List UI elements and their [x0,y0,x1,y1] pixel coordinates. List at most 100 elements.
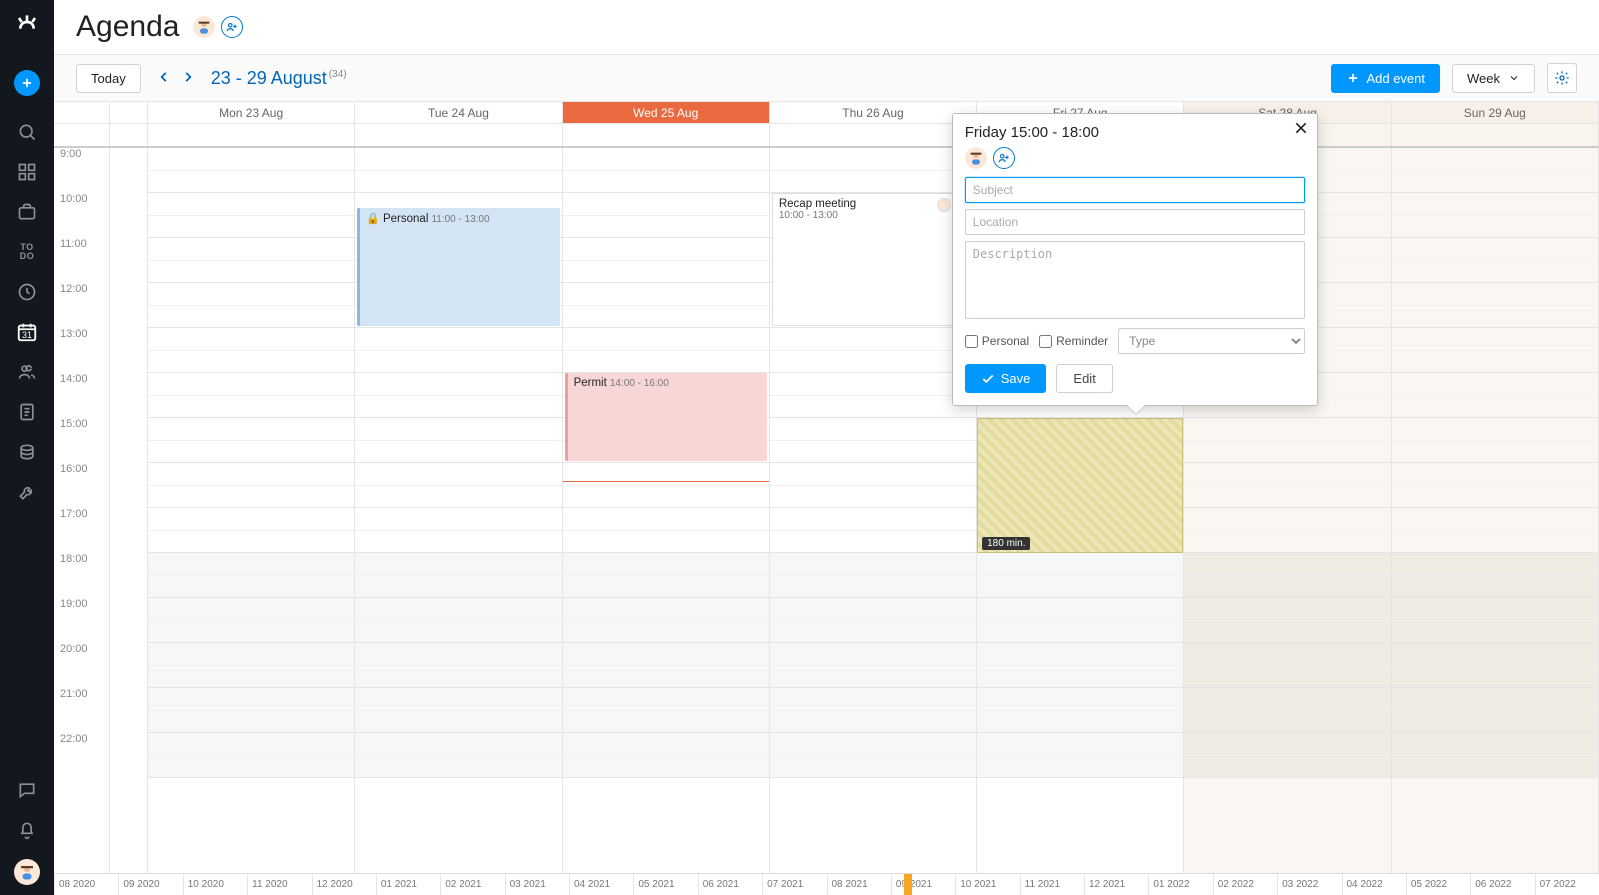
day-column[interactable] [148,148,355,873]
timeline-tick[interactable]: 10 2020 [183,874,247,895]
timeline-tick[interactable]: 02 2021 [440,874,504,895]
view-mode-select[interactable]: Week [1452,64,1535,93]
share-team-button[interactable] [221,16,243,38]
todo-icon[interactable]: TO DO [16,241,38,263]
allday-cell[interactable] [770,124,977,146]
subject-input[interactable] [965,177,1305,203]
save-button[interactable]: Save [965,364,1047,393]
allday-cell[interactable] [1392,124,1599,146]
clock-icon[interactable] [16,281,38,303]
calendar-icon[interactable]: 31 [16,321,38,343]
next-week-button[interactable] [177,66,199,91]
timeline-tick[interactable]: 03 2021 [505,874,569,895]
timeline-tick[interactable]: 09 2020 [118,874,182,895]
timeline-tick[interactable]: 05 2021 [633,874,697,895]
timeline-tick[interactable]: 03 2022 [1277,874,1341,895]
prev-week-button[interactable] [153,66,175,91]
event-owner-avatar[interactable] [965,147,987,169]
page-header: Agenda [54,0,1599,54]
timeline-tick[interactable]: 06 2021 [698,874,762,895]
add-event-button[interactable]: Add event [1331,64,1440,93]
hour-label: 14:00 [54,373,109,418]
day-headers-row: Mon 23 AugTue 24 AugWed 25 AugThu 26 Aug… [54,102,1599,124]
calendar-event[interactable]: Permit 14:00 - 16:00 [565,373,767,461]
personal-checkbox[interactable]: Personal [965,334,1029,348]
owner-avatar[interactable] [193,16,215,38]
calendar-toolbar: Today 23 - 29 August(34) Add event Week [54,54,1599,102]
contacts-icon[interactable] [16,361,38,383]
hour-label: 11:00 [54,238,109,283]
timeline-tick[interactable]: 01 2021 [376,874,440,895]
app-sidebar: TO DO 31 [0,0,54,895]
calendar-day-label: 31 [16,330,38,340]
timeline-tick[interactable]: 05 2022 [1406,874,1470,895]
location-input[interactable] [965,209,1305,235]
new-button[interactable] [14,70,40,96]
timeline-marker[interactable] [904,874,912,895]
notes-icon[interactable] [16,401,38,423]
type-select[interactable]: Type [1118,328,1305,354]
calendar-settings-button[interactable] [1547,63,1577,93]
hour-label: 9:00 [54,148,109,193]
allday-cell[interactable] [355,124,562,146]
timeline-tick[interactable]: 10 2021 [955,874,1019,895]
month-timeline[interactable]: 08 202009 202010 202011 202012 202001 20… [54,873,1599,895]
day-column[interactable]: 🔒Personal 11:00 - 13:00 [355,148,562,873]
close-icon[interactable] [1293,120,1309,139]
user-avatar[interactable] [14,859,40,885]
bell-icon[interactable] [16,819,38,841]
chat-icon[interactable] [16,779,38,801]
timeline-tick[interactable]: 06 2022 [1470,874,1534,895]
date-range-label: 23 - 29 August(34) [211,68,347,89]
timeline-tick[interactable]: 09 2021 [891,874,955,895]
duration-badge: 180 min. [982,537,1030,550]
timeline-tick[interactable]: 11 2021 [1020,874,1084,895]
timeline-tick[interactable]: 01 2022 [1148,874,1212,895]
day-header[interactable]: Sun 29 Aug [1392,102,1599,123]
app-logo [11,10,43,45]
new-event-popover: Friday 15:00 - 18:00 Personal Reminder T… [952,113,1318,406]
search-icon[interactable] [16,121,38,143]
hour-label: 21:00 [54,688,109,733]
hour-label: 17:00 [54,508,109,553]
reminder-checkbox[interactable]: Reminder [1039,334,1108,348]
timeline-tick[interactable]: 12 2020 [312,874,376,895]
today-button[interactable]: Today [76,64,141,93]
day-column[interactable] [1392,148,1599,873]
day-column[interactable]: Permit 14:00 - 16:00 [563,148,770,873]
timeline-tick[interactable]: 07 2022 [1535,874,1599,895]
calendar-event[interactable]: 🔒Personal 11:00 - 13:00 [357,208,559,326]
allday-cell[interactable] [148,124,355,146]
timeline-tick[interactable]: 07 2021 [762,874,826,895]
description-input[interactable] [965,241,1305,319]
timeline-tick[interactable]: 08 2020 [54,874,118,895]
day-column[interactable]: Recap meeting10:00 - 13:00 [770,148,977,873]
hour-label: 10:00 [54,193,109,238]
edit-button[interactable]: Edit [1056,364,1112,393]
timeline-tick[interactable]: 12 2021 [1084,874,1148,895]
dashboard-icon[interactable] [16,161,38,183]
hour-label: 13:00 [54,328,109,373]
day-header[interactable]: Tue 24 Aug [355,102,562,123]
event-invite-button[interactable] [993,147,1015,169]
timeline-tick[interactable]: 04 2021 [569,874,633,895]
hour-label: 22:00 [54,733,109,778]
hour-label: 19:00 [54,598,109,643]
calendar-event[interactable]: Recap meeting10:00 - 13:00 [772,193,974,326]
day-header[interactable]: Thu 26 Aug [770,102,977,123]
timeline-tick[interactable]: 04 2022 [1342,874,1406,895]
day-header[interactable]: Wed 25 Aug [563,102,770,123]
hour-label: 18:00 [54,553,109,598]
timeline-tick[interactable]: 08 2021 [827,874,891,895]
page-title: Agenda [76,10,179,44]
lock-icon: 🔒 [366,213,380,225]
billing-icon[interactable] [16,441,38,463]
allday-cell[interactable] [563,124,770,146]
timeline-tick[interactable]: 11 2020 [247,874,311,895]
briefcase-icon[interactable] [16,201,38,223]
selection-block[interactable]: 180 min. [977,418,1183,553]
day-header[interactable]: Mon 23 Aug [148,102,355,123]
tools-icon[interactable] [16,481,38,503]
allday-row [54,124,1599,148]
timeline-tick[interactable]: 02 2022 [1213,874,1277,895]
